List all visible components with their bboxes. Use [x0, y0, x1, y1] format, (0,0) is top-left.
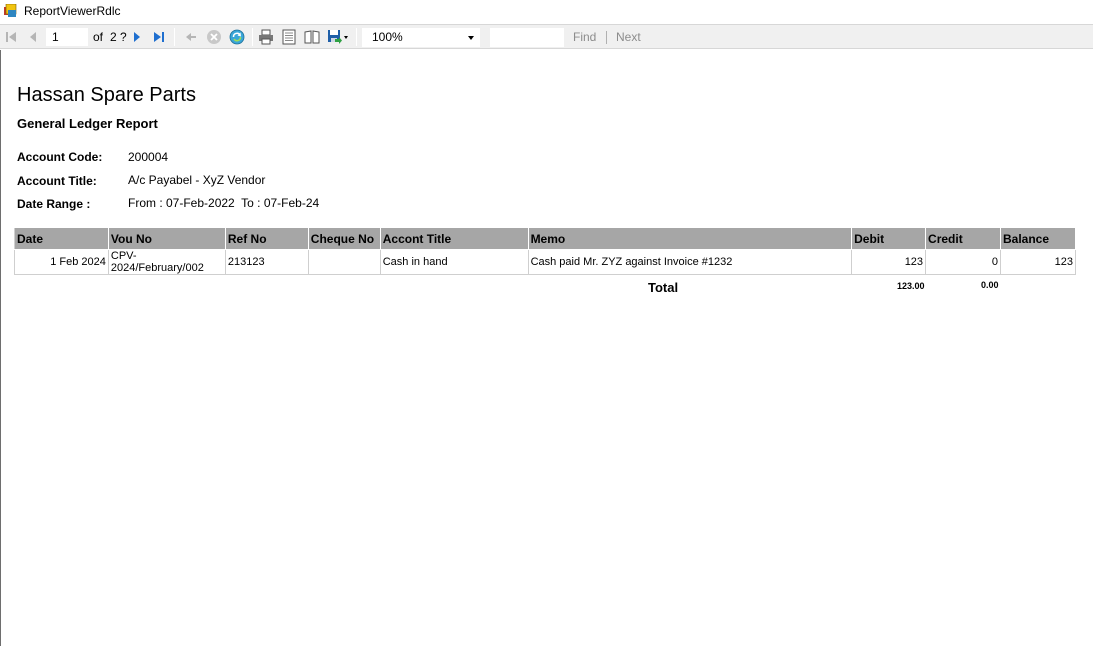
- app-icon: [4, 4, 17, 17]
- date-range-value: From : 07-Feb-2022 To : 07-Feb-24: [128, 196, 320, 210]
- total-credit-value: 0.00: [981, 280, 999, 290]
- chevron-down-icon: [468, 36, 474, 40]
- column-header-account-title: Accont Title: [379, 227, 529, 250]
- cell-debit: 123: [851, 249, 927, 275]
- title-bar: ReportViewerRdlc: [0, 0, 1093, 24]
- find-next-link[interactable]: Next: [616, 30, 641, 44]
- print-layout-icon[interactable]: [280, 28, 298, 46]
- date-range-label: Date Range :: [17, 197, 91, 211]
- previous-page-icon[interactable]: [24, 28, 42, 46]
- cell-cheque-no: [307, 249, 381, 275]
- report-title: General Ledger Report: [17, 116, 158, 131]
- find-link[interactable]: Find: [573, 30, 596, 44]
- find-separator: [606, 31, 607, 44]
- zoom-select[interactable]: 100%: [362, 28, 480, 47]
- last-page-icon[interactable]: [150, 28, 168, 46]
- table-header-row: Date Vou No Ref No Cheque No Accont Titl…: [14, 227, 1077, 250]
- back-icon[interactable]: [182, 28, 200, 46]
- toolbar-separator: [174, 28, 175, 46]
- cell-memo: Cash paid Mr. ZYZ against Invoice #1232: [527, 249, 853, 275]
- column-header-balance: Balance: [999, 227, 1077, 250]
- stop-icon[interactable]: [205, 28, 223, 46]
- table-row: 1 Feb 2024 CPV-2024/February/002 213123 …: [14, 249, 1077, 275]
- report-toolbar: of 2 ? 100% Find Next: [0, 24, 1093, 49]
- cell-credit: 0: [925, 249, 1001, 275]
- toolbar-separator: [356, 28, 357, 46]
- cell-vou-no: CPV-2024/February/002: [107, 249, 226, 275]
- page-of-label: of: [93, 30, 104, 44]
- zoom-value: 100%: [372, 30, 403, 44]
- account-code-value: 200004: [128, 150, 169, 164]
- column-header-date: Date: [14, 227, 109, 250]
- cell-ref-no: 213123: [224, 249, 309, 275]
- find-input[interactable]: [490, 28, 564, 47]
- account-title-value: A/c Payabel - XyZ Vendor: [128, 173, 266, 187]
- page-total-label: 2 ?: [110, 30, 127, 44]
- column-header-memo: Memo: [527, 227, 853, 250]
- next-page-icon[interactable]: [128, 28, 146, 46]
- column-header-cheque-no: Cheque No: [307, 227, 381, 250]
- page-setup-icon[interactable]: [303, 28, 321, 46]
- report-viewer-page[interactable]: Hassan Spare Parts General Ledger Report…: [0, 50, 1093, 646]
- ledger-table: Date Vou No Ref No Cheque No Accont Titl…: [14, 227, 1077, 275]
- refresh-icon[interactable]: [228, 28, 246, 46]
- toolbar-separator: [252, 28, 253, 46]
- column-header-vou-no: Vou No: [107, 227, 226, 250]
- page-number-input[interactable]: [46, 28, 88, 46]
- account-title-label: Account Title:: [17, 174, 97, 188]
- total-debit-value: 123.00: [897, 281, 925, 291]
- total-label: Total: [648, 280, 679, 295]
- print-icon[interactable]: [257, 28, 275, 46]
- cell-date: 1 Feb 2024: [14, 249, 109, 275]
- cell-account-title: Cash in hand: [379, 249, 529, 275]
- column-header-credit: Credit: [925, 227, 1001, 250]
- window-title: ReportViewerRdlc: [24, 4, 121, 18]
- account-code-label: Account Code:: [17, 150, 103, 164]
- cell-balance: 123: [999, 249, 1077, 275]
- export-icon[interactable]: [326, 28, 350, 46]
- first-page-icon[interactable]: [2, 28, 20, 46]
- column-header-debit: Debit: [851, 227, 927, 250]
- company-name: Hassan Spare Parts: [17, 84, 196, 106]
- column-header-ref-no: Ref No: [224, 227, 309, 250]
